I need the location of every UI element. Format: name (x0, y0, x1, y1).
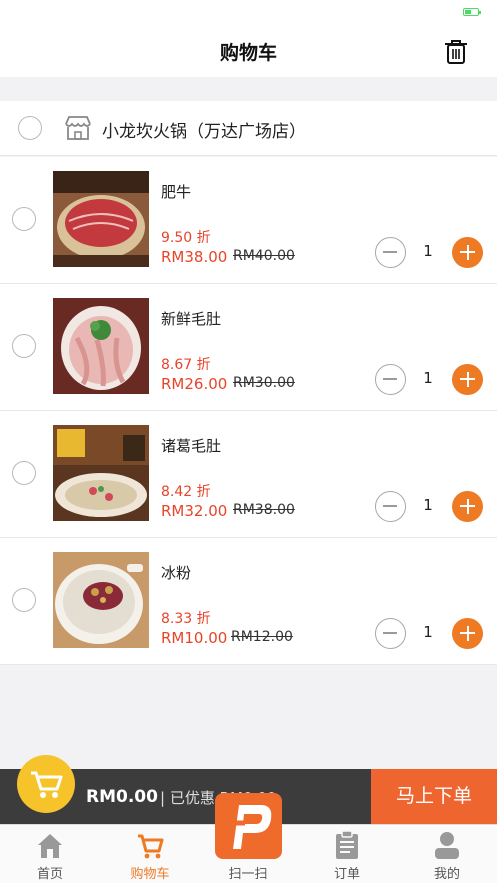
item-price: RM38.00 (161, 248, 228, 266)
decrease-quantity-button[interactable] (375, 618, 406, 649)
store-icon (65, 116, 91, 140)
cart-icon (138, 834, 164, 859)
decrease-quantity-button[interactable] (375, 364, 406, 395)
store-select-radio[interactable] (18, 116, 42, 140)
item-price: RM10.00 (161, 629, 228, 647)
item-discount: 9.50 折 (161, 230, 211, 246)
tab-orders[interactable]: 订单 (297, 825, 397, 883)
cart-item: 诸葛毛肚 8.42 折 RM32.00 RM38.00 1 (0, 411, 497, 538)
tab-label: 首页 (36, 867, 63, 882)
item-image[interactable] (53, 552, 149, 648)
clipboard-icon (336, 831, 358, 859)
user-icon (435, 832, 459, 859)
cart-total: RM0.00 (86, 787, 158, 807)
store-name[interactable]: 小龙坎火锅（万达广场店） (102, 117, 306, 142)
decrease-quantity-button[interactable] (375, 237, 406, 268)
decrease-quantity-button[interactable] (375, 491, 406, 522)
scan-icon (231, 805, 272, 849)
item-price: RM32.00 (161, 502, 228, 520)
status-bar (0, 0, 497, 24)
place-order-button[interactable]: 马上下单 (371, 769, 497, 824)
item-name: 肥牛 (161, 183, 192, 201)
cart-item: 新鲜毛肚 8.67 折 RM26.00 RM30.00 1 (0, 284, 497, 411)
battery-icon (463, 8, 481, 16)
cart-icon (31, 771, 63, 798)
increase-quantity-button[interactable] (452, 364, 483, 395)
trash-icon[interactable] (445, 39, 467, 65)
item-discount: 8.67 折 (161, 357, 211, 373)
item-select-radio[interactable] (12, 588, 36, 612)
item-original-price: RM30.00 (233, 375, 295, 391)
increase-quantity-button[interactable] (452, 491, 483, 522)
item-price: RM26.00 (161, 375, 228, 393)
tab-label: 扫一扫 (228, 867, 268, 882)
item-image[interactable] (53, 425, 149, 521)
item-image[interactable] (53, 171, 149, 267)
item-name: 诸葛毛肚 (161, 437, 222, 455)
cart-page: 购物车 小龙坎火锅（万达广场店） 肥牛 9.50 折 RM38.00 RM40.… (0, 0, 497, 883)
scan-button[interactable] (215, 793, 282, 859)
tab-label: 购物车 (130, 867, 170, 882)
cart-item: 肥牛 9.50 折 RM38.00 RM40.00 1 (0, 157, 497, 284)
item-select-radio[interactable] (12, 461, 36, 485)
item-image[interactable] (53, 298, 149, 394)
item-name: 新鲜毛肚 (161, 310, 222, 328)
item-original-price: RM12.00 (231, 629, 293, 645)
item-quantity: 1 (423, 369, 433, 387)
cart-item: 冰粉 8.33 折 RM10.00 RM12.00 1 (0, 538, 497, 665)
tab-label: 我的 (433, 867, 460, 882)
cart-summary-button[interactable] (17, 755, 75, 813)
tab-cart[interactable]: 购物车 (100, 825, 200, 883)
page-title: 购物车 (219, 42, 277, 64)
tab-profile[interactable]: 我的 (397, 825, 497, 883)
item-discount: 8.33 折 (161, 611, 211, 627)
item-select-radio[interactable] (12, 207, 36, 231)
item-quantity: 1 (423, 496, 433, 514)
nav-bar: 购物车 (0, 24, 497, 77)
item-original-price: RM40.00 (233, 248, 295, 264)
store-row: 小龙坎火锅（万达广场店） (0, 101, 497, 156)
item-quantity: 1 (423, 242, 433, 260)
item-select-radio[interactable] (12, 334, 36, 358)
item-discount: 8.42 折 (161, 484, 211, 500)
item-name: 冰粉 (161, 564, 192, 582)
increase-quantity-button[interactable] (452, 237, 483, 268)
increase-quantity-button[interactable] (452, 618, 483, 649)
tab-home[interactable]: 首页 (0, 825, 100, 883)
home-icon (38, 834, 62, 858)
item-original-price: RM38.00 (233, 502, 295, 518)
tab-label: 订单 (333, 867, 360, 882)
item-quantity: 1 (423, 623, 433, 641)
